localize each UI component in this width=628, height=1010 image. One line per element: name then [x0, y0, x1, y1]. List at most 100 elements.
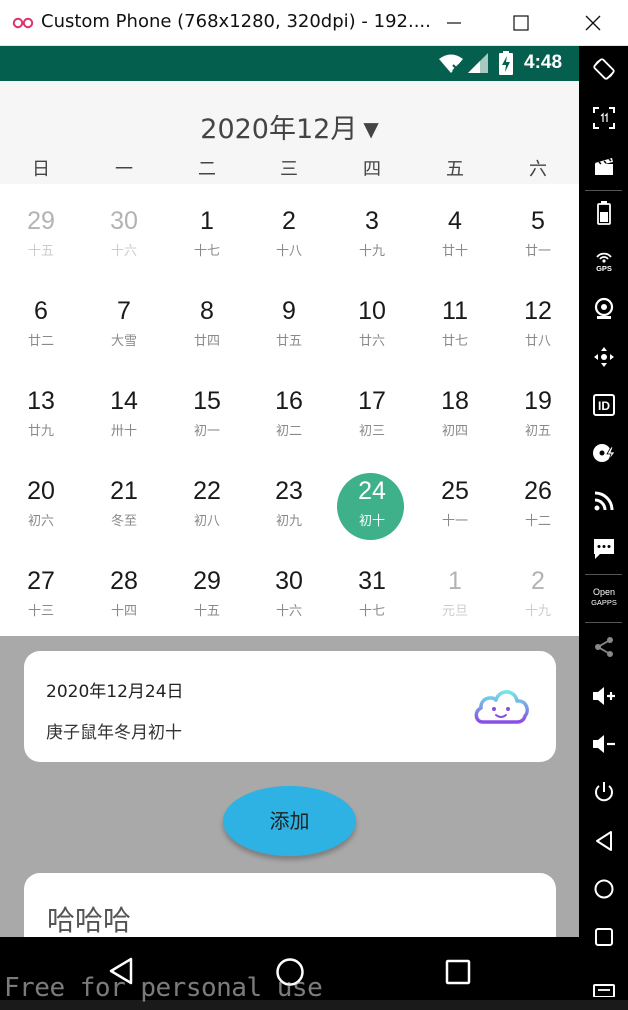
lunar-day: 廿二: [27, 334, 54, 349]
volume-down-button[interactable]: [579, 724, 628, 764]
close-button[interactable]: [570, 0, 616, 46]
day-number: 3: [365, 207, 379, 235]
calendar-day[interactable]: 23 初九: [248, 454, 330, 544]
device-id-button[interactable]: ID: [579, 385, 628, 425]
calendar-day[interactable]: 30 十六: [83, 184, 165, 274]
lunar-day: 十九: [524, 604, 551, 619]
calendar-day[interactable]: 30 十六: [248, 544, 330, 634]
calendar-day[interactable]: 19 初五: [497, 364, 579, 454]
volume-up-button[interactable]: [579, 676, 628, 716]
dropdown-arrow-icon: ▼: [363, 117, 379, 141]
calendar-day[interactable]: 6 廿二: [0, 274, 82, 364]
lunar-day: 初十: [358, 514, 385, 529]
calendar-day[interactable]: 25 十一: [414, 454, 496, 544]
maximize-button[interactable]: [497, 0, 543, 46]
pixel-perfect-button[interactable]: [579, 98, 628, 138]
calendar-day[interactable]: 26 十二: [497, 454, 579, 544]
day-number: 9: [282, 297, 296, 325]
id-card-icon: ID: [592, 394, 615, 416]
day-number: 21: [110, 477, 138, 505]
calendar-day[interactable]: 2 十九: [497, 544, 579, 634]
calendar-day[interactable]: 10 廿六: [331, 274, 413, 364]
lunar-day: 十六: [275, 604, 302, 619]
day-number: 2: [282, 207, 296, 235]
calendar-day[interactable]: 15 初一: [166, 364, 248, 454]
calendar-day[interactable]: 9 廿五: [248, 274, 330, 364]
share-button[interactable]: [579, 627, 628, 667]
nav-recents-icon[interactable]: [445, 959, 471, 985]
lunar-day: 初六: [27, 514, 54, 529]
lunar-day: 十九: [358, 244, 385, 259]
calendar-day[interactable]: 4 廿十: [414, 184, 496, 274]
fullscreen-icon: [592, 107, 615, 129]
calendar-day[interactable]: 31 十七: [331, 544, 413, 634]
calendar-day[interactable]: 21 冬至: [83, 454, 165, 544]
calendar-day[interactable]: 2 十八: [248, 184, 330, 274]
camera-button[interactable]: [579, 289, 628, 329]
calendar-day[interactable]: 17 初三: [331, 364, 413, 454]
lunar-day: 廿六: [358, 334, 385, 349]
genymotion-logo-icon: [12, 17, 34, 29]
month-selector[interactable]: 2020年12月 ▼: [0, 107, 579, 146]
close-icon: [585, 15, 601, 31]
calendar-day[interactable]: 3 十九: [331, 184, 413, 274]
day-number: 27: [27, 567, 55, 595]
calendar-day[interactable]: 1 元旦: [414, 544, 496, 634]
calendar-day[interactable]: 13 廿九: [0, 364, 82, 454]
calendar-day[interactable]: 12 廿八: [497, 274, 579, 364]
lunar-day: 廿九: [27, 424, 54, 439]
day-number: 12: [524, 297, 552, 325]
calendar-day[interactable]: 7 大雪: [83, 274, 165, 364]
lunar-day: 廿五: [275, 334, 302, 349]
toolbar-separator: [585, 622, 622, 623]
day-number: 8: [200, 297, 214, 325]
calendar-day[interactable]: 20 初六: [0, 454, 82, 544]
gps-button[interactable]: GPS: [579, 241, 628, 281]
sms-button[interactable]: [579, 529, 628, 569]
network-button[interactable]: [579, 481, 628, 521]
remote-control-button[interactable]: [579, 337, 628, 377]
battery-icon: [596, 201, 611, 225]
day-number: 25: [441, 477, 469, 505]
disk-io-button[interactable]: [579, 433, 628, 473]
screen-record-button[interactable]: [579, 146, 628, 186]
lunar-day: 初一: [193, 424, 220, 439]
calendar-day[interactable]: 5 廿一: [497, 184, 579, 274]
add-button[interactable]: 添加: [223, 786, 356, 856]
recent-apps-button[interactable]: [579, 917, 628, 957]
calendar-day[interactable]: 29 十五: [0, 184, 82, 274]
day-number: 1: [448, 567, 462, 595]
calendar-day-selected[interactable]: 24 初十: [331, 454, 413, 544]
calendar-day[interactable]: 27 十三: [0, 544, 82, 634]
weekday-label: 二: [198, 159, 216, 180]
minimize-button[interactable]: [430, 0, 476, 46]
calendar-day[interactable]: 11 廿七: [414, 274, 496, 364]
day-number: 29: [193, 567, 221, 595]
calendar-day[interactable]: 29 十五: [166, 544, 248, 634]
status-time: 4:48: [524, 52, 563, 73]
svg-text:GAPPS: GAPPS: [591, 598, 617, 607]
calendar-day[interactable]: 1 十七: [166, 184, 248, 274]
svg-text:ID: ID: [598, 399, 610, 413]
lunar-day: 大雪: [110, 334, 137, 349]
day-number: 28: [110, 567, 138, 595]
cloud-face-icon: [474, 690, 529, 724]
calendar-day[interactable]: 8 廿四: [166, 274, 248, 364]
back-button[interactable]: [579, 821, 628, 861]
day-number: 20: [27, 477, 55, 505]
day-number: 17: [358, 387, 386, 415]
calendar-day[interactable]: 28 十四: [83, 544, 165, 634]
power-button[interactable]: [579, 772, 628, 812]
calendar-day[interactable]: 18 初四: [414, 364, 496, 454]
calendar-day[interactable]: 16 初二: [248, 364, 330, 454]
day-number: 4: [448, 207, 462, 235]
battery-button[interactable]: [579, 193, 628, 233]
calendar-day[interactable]: 22 初八: [166, 454, 248, 544]
date-info-card: 2020年12月24日 庚子鼠年冬月初十: [24, 651, 556, 762]
open-gapps-button[interactable]: Open GAPPS: [579, 577, 628, 617]
home-button[interactable]: [579, 869, 628, 909]
calendar-day[interactable]: 14 卅十: [83, 364, 165, 454]
weekday-row: 日 一 二 三 四 五 六: [0, 155, 579, 180]
rotate-button[interactable]: [579, 49, 628, 89]
home-icon: [594, 879, 613, 899]
